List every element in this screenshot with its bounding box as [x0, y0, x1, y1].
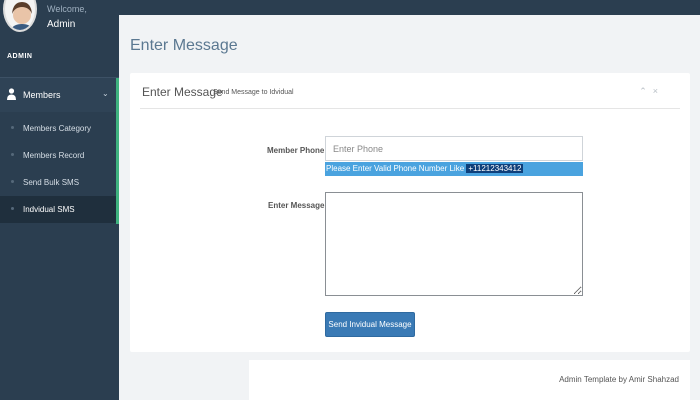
sidebar-item-label: Members Category [23, 124, 92, 133]
welcome-text: Welcome, [47, 4, 87, 14]
sidebar-item-members[interactable]: Members ⌄ [0, 78, 119, 112]
member-phone-label: Member Phone [267, 146, 325, 155]
members-submenu: Members Category Members Record Send Bul… [0, 112, 119, 224]
profile: Welcome, Admin ADMIN [0, 0, 119, 78]
sidebar-item-individual-sms[interactable]: Indvidual SMS [0, 196, 116, 223]
message-label: Enter Message [268, 201, 325, 210]
bullet-icon [11, 126, 14, 129]
bullet-icon [11, 153, 14, 156]
message-textarea[interactable] [325, 192, 583, 296]
top-bar [119, 0, 700, 15]
sidebar-item-members-category[interactable]: Members Category [0, 115, 116, 142]
member-phone-input[interactable] [325, 136, 583, 161]
sidebar-item-label: Indvidual SMS [23, 205, 75, 214]
footer-credit: Admin Template by Amir Shahzad [559, 375, 679, 384]
sidebar-item-members-record[interactable]: Members Record [0, 142, 116, 169]
chevron-up-icon[interactable]: ⌃ [639, 86, 653, 96]
close-icon[interactable]: × [653, 86, 664, 96]
sidebar-item-label: Send Bulk SMS [23, 178, 80, 187]
avatar [3, 0, 37, 32]
bullet-icon [11, 207, 14, 210]
phone-hint-text: Please Enter Valid Phone Number Like [326, 164, 467, 173]
active-menu-indicator [116, 78, 119, 224]
user-icon [7, 87, 16, 100]
panel-subtitle: Send Message to Idvidual [213, 89, 294, 96]
role-label: ADMIN [7, 53, 33, 60]
panel-header: Enter Message Send Message to Idvidual ⌃… [140, 73, 680, 109]
send-message-button[interactable]: Send Invidual Message [325, 312, 415, 337]
footer: Admin Template by Amir Shahzad [249, 360, 690, 400]
sidebar-item-label: Members [23, 90, 61, 100]
bullet-icon [11, 180, 14, 183]
username: Admin [47, 19, 76, 30]
phone-hint-example: +11212343412 [466, 164, 524, 173]
page-title: Enter Message [130, 37, 238, 54]
phone-hint: Please Enter Valid Phone Number Like +11… [325, 162, 583, 176]
sidebar-item-label: Members Record [23, 151, 85, 160]
panel-title: Enter Message [142, 85, 223, 99]
sidebar-item-send-bulk-sms[interactable]: Send Bulk SMS [0, 169, 116, 196]
panel-tools: ⌃× [639, 86, 664, 97]
chevron-down-icon: ⌄ [102, 89, 109, 98]
sidebar: Welcome, Admin ADMIN Members ⌄ Members C… [0, 0, 119, 400]
